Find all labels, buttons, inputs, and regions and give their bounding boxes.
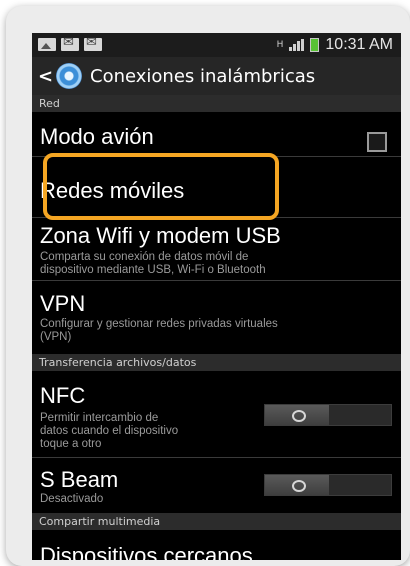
vpn-title: VPN — [40, 291, 86, 316]
network-type-indicator: H — [276, 40, 284, 50]
phone-frame: H 10:31 AM < Conexiones inalámbricas Red… — [6, 6, 410, 566]
vpn-item[interactable]: VPN Configurar y gestionar redes privada… — [32, 281, 401, 347]
nearby-devices-item[interactable]: Dispositivos cercanos — [32, 530, 401, 560]
s-beam-item[interactable]: S Beam Desactivado — [32, 458, 401, 512]
section-header-compartir: Compartir multimedia — [32, 513, 401, 530]
image-icon — [38, 38, 56, 51]
s-beam-summary: Desactivado — [40, 493, 104, 505]
hotspot-tethering-summary: Comparta su conexión de datos móvil de d… — [40, 251, 266, 276]
action-bar: < Conexiones inalámbricas — [32, 57, 401, 95]
message-icon — [84, 35, 102, 51]
back-arrow-icon[interactable]: < — [38, 66, 53, 87]
airplane-mode-title: Modo avión — [40, 124, 154, 149]
s-beam-title: S Beam — [40, 467, 119, 492]
highlight-annotation — [43, 153, 279, 220]
section-header-red: Red — [32, 95, 401, 112]
airplane-mode-item[interactable]: Modo avión — [32, 112, 401, 156]
nfc-summary: Permitir intercambio de datos cuando el … — [40, 412, 179, 450]
message-icon — [61, 35, 79, 51]
clock: 10:31 AM — [325, 36, 393, 53]
settings-gear-icon[interactable] — [56, 63, 82, 89]
s-beam-toggle[interactable] — [264, 474, 392, 496]
vpn-summary: Configurar y gestionar redes privadas vi… — [40, 318, 278, 343]
section-header-transferencia: Transferencia archivos/datos — [32, 354, 401, 371]
toggle-thumb[interactable] — [265, 405, 329, 425]
notification-icons — [38, 35, 102, 51]
signal-icon — [289, 39, 305, 51]
hotspot-tethering-title: Zona Wifi y modem USB — [40, 223, 281, 248]
phone-screen: H 10:31 AM < Conexiones inalámbricas Red… — [32, 33, 401, 560]
toggle-thumb[interactable] — [265, 475, 329, 495]
nfc-title: NFC — [40, 383, 86, 408]
hotspot-tethering-item[interactable]: Zona Wifi y modem USB Comparta su conexi… — [32, 218, 401, 280]
status-bar: H 10:31 AM — [32, 33, 401, 57]
battery-icon — [310, 38, 320, 52]
nearby-devices-title: Dispositivos cercanos — [40, 543, 253, 560]
page-title: Conexiones inalámbricas — [90, 65, 316, 87]
airplane-mode-checkbox[interactable] — [367, 132, 387, 152]
nfc-toggle[interactable] — [264, 404, 392, 426]
nfc-item[interactable]: NFC Permitir intercambio de datos cuando… — [32, 371, 401, 457]
status-icons: H 10:31 AM — [277, 36, 393, 54]
